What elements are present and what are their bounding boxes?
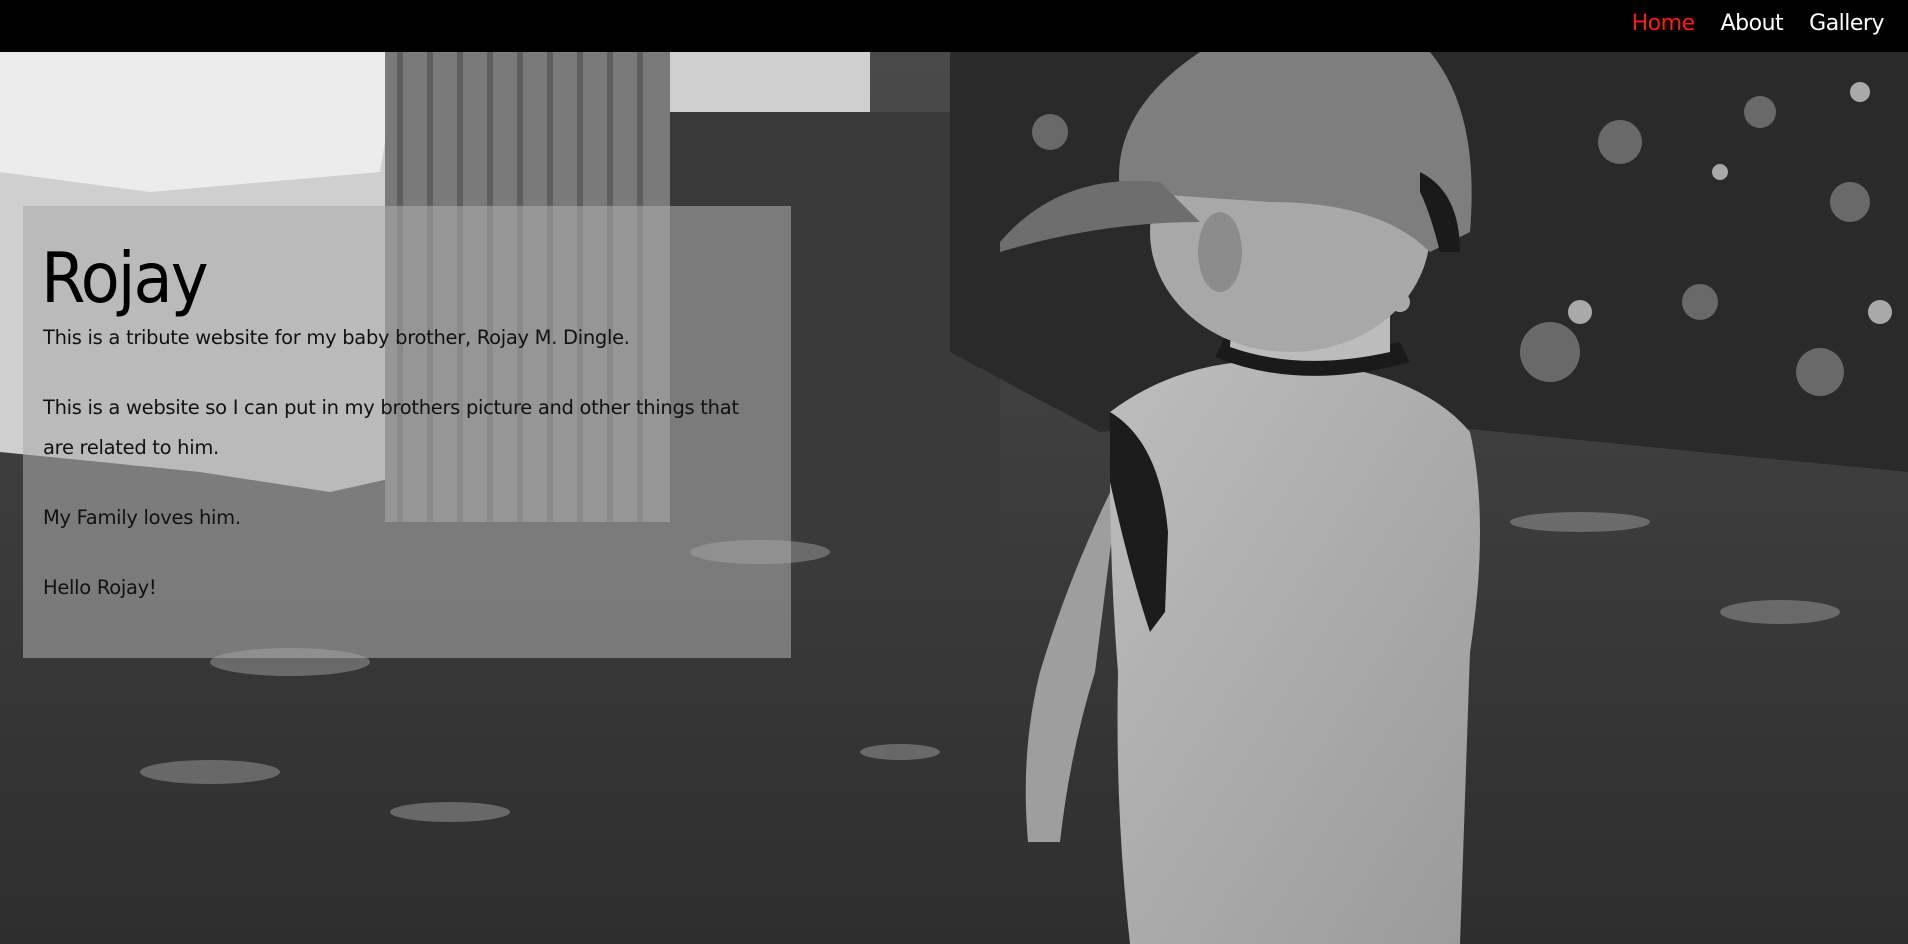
nav-link-home[interactable]: Home [1632, 11, 1695, 36]
nav-link-gallery[interactable]: Gallery [1809, 11, 1884, 36]
intro-paragraph-2: This is a website so I can put in my bro… [43, 396, 739, 459]
intro-card: Rojay This is a tribute website for my b… [23, 206, 791, 658]
intro-paragraph-3: My Family loves him. [43, 506, 241, 529]
page: Home About Gallery Rojay This is a tribu… [0, 0, 1908, 944]
intro-paragraph-4: Hello Rojay! [43, 576, 157, 599]
nav-link-about[interactable]: About [1721, 11, 1784, 36]
top-navbar: Home About Gallery [0, 0, 1908, 52]
nav-links: Home About Gallery [1632, 0, 1885, 46]
page-title: Rojay [41, 239, 209, 320]
